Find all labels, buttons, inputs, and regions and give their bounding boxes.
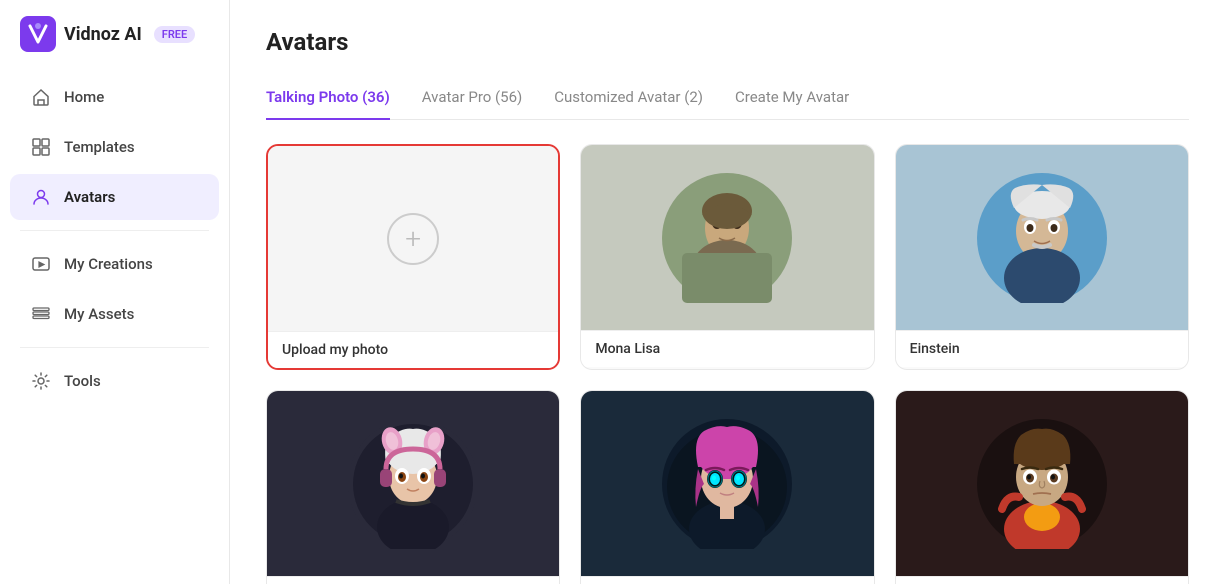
peyton-image-area <box>267 391 559 576</box>
logo-text: Vidnoz AI <box>64 24 142 45</box>
tab-talking-photo[interactable]: Talking Photo (36) <box>266 80 390 120</box>
sidebar-item-my-assets[interactable]: My Assets <box>10 291 219 337</box>
einstein-label: Einstein <box>896 330 1188 367</box>
mona-lisa-label: Mona Lisa <box>581 330 873 367</box>
tab-avatar-pro[interactable]: Avatar Pro (56) <box>422 80 523 120</box>
tools-icon <box>30 370 52 392</box>
sidebar: Vidnoz AI FREE Home Templates Avatars My… <box>0 0 230 584</box>
main-content: Avatars Talking Photo (36) Avatar Pro (5… <box>230 0 1225 584</box>
sidebar-item-my-assets-label: My Assets <box>64 305 134 323</box>
maeve-label: Maeve <box>581 576 873 584</box>
iron-label: Iron <box>896 576 1188 584</box>
logo-area: Vidnoz AI FREE <box>0 0 229 72</box>
sidebar-item-my-creations-label: My Creations <box>64 255 153 273</box>
sidebar-item-templates-label: Templates <box>64 138 135 156</box>
upload-plus-icon: + <box>387 213 439 265</box>
vidnoz-logo-icon <box>20 16 56 52</box>
sidebar-item-tools[interactable]: Tools <box>10 358 219 404</box>
avatar-card-mona-lisa[interactable]: Mona Lisa <box>580 144 874 370</box>
einstein-image-area <box>896 145 1188 330</box>
upload-avatar-label: Upload my photo <box>268 331 558 368</box>
avatar-card-peyton[interactable]: Peyton <box>266 390 560 584</box>
avatar-card-maeve[interactable]: Maeve <box>580 390 874 584</box>
sidebar-item-avatars[interactable]: Avatars <box>10 174 219 220</box>
tabs-container: Talking Photo (36) Avatar Pro (56) Custo… <box>266 80 1189 120</box>
sidebar-item-avatars-label: Avatars <box>64 188 115 206</box>
sidebar-item-tools-label: Tools <box>64 372 101 390</box>
sidebar-item-templates[interactable]: Templates <box>10 124 219 170</box>
upload-image-area: + <box>268 146 558 331</box>
sidebar-item-my-creations[interactable]: My Creations <box>10 241 219 287</box>
assets-icon <box>30 303 52 325</box>
avatars-icon <box>30 186 52 208</box>
maeve-avatar-img <box>662 419 792 549</box>
nav-divider-1 <box>20 230 209 231</box>
free-badge: FREE <box>154 26 195 43</box>
mona-lisa-image-area <box>581 145 873 330</box>
creations-icon <box>30 253 52 275</box>
avatar-card-einstein[interactable]: Einstein <box>895 144 1189 370</box>
templates-icon <box>30 136 52 158</box>
page-title: Avatars <box>266 28 1189 56</box>
iron-avatar-img <box>977 419 1107 549</box>
maeve-image-area <box>581 391 873 576</box>
einstein-avatar-img <box>977 173 1107 303</box>
avatar-card-iron[interactable]: Iron <box>895 390 1189 584</box>
tab-create-my-avatar[interactable]: Create My Avatar <box>735 80 849 120</box>
iron-image-area <box>896 391 1188 576</box>
peyton-label: Peyton <box>267 576 559 584</box>
tab-customized-avatar[interactable]: Customized Avatar (2) <box>554 80 703 120</box>
home-icon <box>30 86 52 108</box>
mona-lisa-avatar-img <box>662 173 792 303</box>
nav-divider-2 <box>20 347 209 348</box>
sidebar-item-home[interactable]: Home <box>10 74 219 120</box>
avatar-grid: + Upload my photo <box>266 144 1189 584</box>
peyton-avatar-img <box>348 419 478 549</box>
sidebar-item-home-label: Home <box>64 88 104 106</box>
upload-avatar-card[interactable]: + Upload my photo <box>266 144 560 370</box>
